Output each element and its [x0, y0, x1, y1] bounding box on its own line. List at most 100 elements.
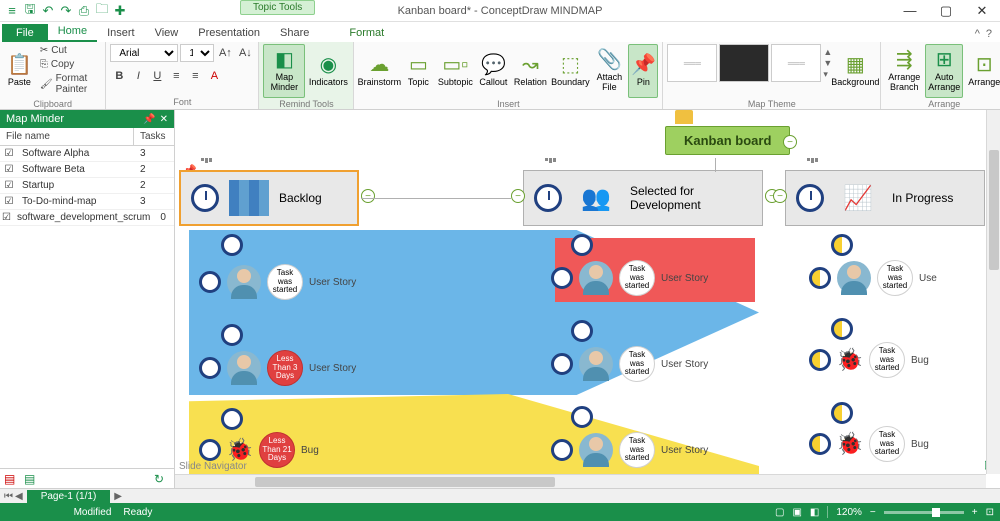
align-center-icon[interactable]: ≡	[186, 67, 204, 85]
relation-button[interactable]: ↝Relation	[512, 44, 548, 98]
copy-button[interactable]: ⎘Copy	[37, 58, 102, 71]
card-user-story[interactable]: Task was started User Story	[551, 260, 708, 296]
font-size-select[interactable]: 11	[180, 44, 214, 62]
tab-home[interactable]: Home	[48, 22, 97, 42]
expand-icon[interactable]: −	[783, 135, 797, 149]
tab-format[interactable]: Format	[339, 24, 394, 42]
format-painter-button[interactable]: 🖌Format Painter	[37, 72, 102, 96]
card-bug[interactable]: 🐞 Task was started Bug	[809, 342, 929, 378]
column-selected[interactable]: 👥 Selected for Development	[523, 170, 763, 226]
page-tab[interactable]: Page-1 (1/1)	[27, 490, 111, 503]
help-icon[interactable]: ?	[986, 28, 992, 40]
file-tab[interactable]: File	[2, 24, 48, 42]
table-row[interactable]: ☑Software Alpha3	[0, 146, 174, 162]
arrange-branch-button[interactable]: ⇶Arrange Branch	[885, 44, 923, 98]
cut-button[interactable]: ✂Cut	[37, 44, 102, 57]
zoom-thumb[interactable]	[932, 508, 940, 517]
maximize-button[interactable]: ▢	[928, 0, 964, 22]
ribbon-collapse-icon[interactable]: ^	[975, 28, 980, 40]
card-clock[interactable]	[831, 318, 853, 340]
brainstorm-button[interactable]: ☁Brainstorm	[358, 44, 400, 98]
table-row[interactable]: ☑Startup2	[0, 178, 174, 194]
vertical-scrollbar[interactable]	[986, 110, 1000, 474]
card-user-story[interactable]: Task was started Use	[809, 260, 937, 296]
table-row[interactable]: ☑To-Do-mind-map3	[0, 194, 174, 210]
page-prev-icon[interactable]: ◀	[15, 491, 23, 502]
zoom-slider[interactable]	[884, 511, 964, 514]
minimize-button[interactable]: —	[892, 0, 928, 22]
checkbox[interactable]: ☑	[0, 178, 18, 193]
tab-insert[interactable]: Insert	[97, 24, 145, 42]
card-user-story[interactable]: Task was started User Story	[551, 432, 708, 468]
attach-file-button[interactable]: 📎Attach File	[592, 44, 626, 98]
card-user-story[interactable]: Task was started User Story	[551, 346, 708, 382]
qat-print-icon[interactable]: ⎙	[76, 3, 92, 19]
bold-button[interactable]: B	[110, 67, 128, 85]
card-clock[interactable]	[571, 406, 593, 428]
grow-font-icon[interactable]: A↑	[216, 44, 234, 62]
column-backlog[interactable]: Backlog	[179, 170, 359, 226]
table-row[interactable]: ☑software_development_scrum0	[0, 210, 174, 226]
subtopic-button[interactable]: ▭▫Subtopic	[436, 44, 474, 98]
zoom-in-icon[interactable]: +	[972, 507, 978, 518]
page-next-icon[interactable]: ▶	[114, 491, 122, 502]
paste-button[interactable]: 📋Paste	[4, 44, 35, 98]
card-clock[interactable]	[571, 234, 593, 256]
qat-redo-icon[interactable]: ↷	[58, 3, 74, 19]
zoom-fit-icon[interactable]: ⊡	[986, 507, 994, 518]
view-mode-icon[interactable]: ▣	[792, 507, 801, 518]
card-user-story[interactable]: Task was started User Story	[199, 264, 356, 300]
indicators-button[interactable]: ◉Indicators	[307, 44, 349, 98]
mindmap-canvas[interactable]: Kanban board − 📌 Backlog − 👥 Selected fo…	[175, 110, 986, 474]
checkbox[interactable]: ☑	[0, 210, 13, 225]
col-tasks[interactable]: Tasks	[134, 128, 174, 145]
checkbox[interactable]: ☑	[0, 162, 18, 177]
tab-view[interactable]: View	[145, 24, 189, 42]
panel-pin-icon[interactable]: 📌	[143, 114, 155, 125]
close-button[interactable]: ✕	[964, 0, 1000, 22]
theme-thumb[interactable]	[719, 44, 769, 82]
card-clock[interactable]	[831, 402, 853, 424]
card-clock[interactable]	[221, 324, 243, 346]
qat-save-icon[interactable]: 🖫	[22, 3, 38, 19]
underline-button[interactable]: U	[148, 67, 166, 85]
card-user-story[interactable]: Less Than 3 Days User Story	[199, 350, 356, 386]
tab-presentation[interactable]: Presentation	[188, 24, 270, 42]
callout-button[interactable]: 💬Callout	[476, 44, 510, 98]
footer-refresh-icon[interactable]: ↻	[154, 472, 170, 486]
view-mode-icon[interactable]: ◧	[810, 507, 819, 518]
theme-thumb[interactable]: ═══	[667, 44, 717, 82]
zoom-label[interactable]: 120%	[836, 507, 862, 518]
card-clock[interactable]	[221, 234, 243, 256]
shrink-font-icon[interactable]: A↓	[236, 44, 254, 62]
view-mode-icon[interactable]: ▢	[775, 507, 784, 518]
qat-undo-icon[interactable]: ↶	[40, 3, 56, 19]
expand-icon[interactable]: −	[511, 189, 525, 203]
qat-new-icon[interactable]: ✚	[112, 3, 128, 19]
gallery-down-icon[interactable]: ▼	[823, 58, 832, 68]
card-clock[interactable]	[221, 408, 243, 430]
tab-share[interactable]: Share	[270, 24, 319, 42]
horizontal-scrollbar[interactable]	[175, 474, 986, 488]
card-bug[interactable]: 🐞 Task was started Bug	[809, 426, 929, 462]
theme-thumb[interactable]: ═══	[771, 44, 821, 82]
footer-icon[interactable]: ▤	[24, 472, 40, 486]
boundary-button[interactable]: ⬚Boundary	[550, 44, 590, 98]
auto-arrange-button[interactable]: ⊞Auto Arrange	[925, 44, 963, 98]
card-clock[interactable]	[831, 234, 853, 256]
table-row[interactable]: ☑Software Beta2	[0, 162, 174, 178]
scroll-thumb[interactable]	[255, 477, 555, 487]
qat-open-icon[interactable]: 🗀	[94, 3, 110, 19]
footer-icon[interactable]: ▤	[4, 472, 20, 486]
card-clock[interactable]	[571, 320, 593, 342]
expand-icon[interactable]: −	[773, 189, 787, 203]
column-in-progress[interactable]: 📈 In Progress	[785, 170, 985, 226]
checkbox[interactable]: ☑	[0, 146, 18, 161]
scroll-thumb[interactable]	[989, 150, 999, 270]
theme-gallery[interactable]: ═══ ═══ ▲▼▾	[667, 44, 832, 82]
map-minder-button[interactable]: ◧Map Minder	[263, 44, 305, 98]
pin-button[interactable]: 📌Pin	[628, 44, 658, 98]
checkbox[interactable]: ☑	[0, 194, 18, 209]
font-color-icon[interactable]: A	[205, 67, 223, 85]
panel-close-icon[interactable]: ✕	[160, 114, 168, 125]
